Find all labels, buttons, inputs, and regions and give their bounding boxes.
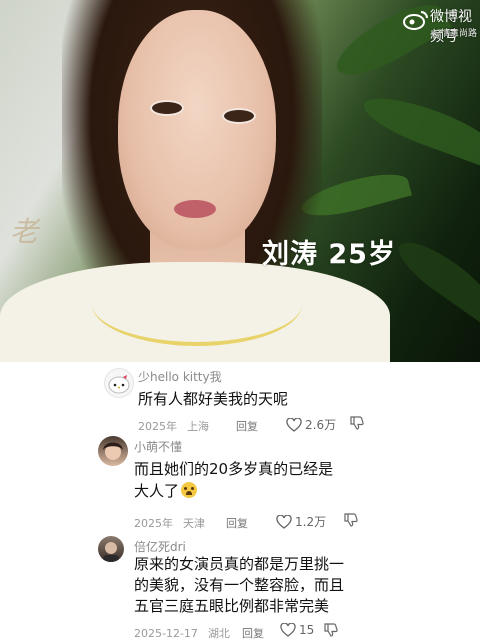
comment-text-line: 所有人都好美我的天呢 [138,390,289,408]
crying-face-emoji-icon [181,482,198,498]
comment-text-line: 而且她们的20多岁真的已经是 [134,460,334,478]
video-frame[interactable]: 老 刘涛 25岁 微博视频号 @情意尚路 [0,0,480,362]
dislike-button[interactable] [324,623,338,637]
like-count: 15 [299,623,315,637]
comment-text: 所有人都好美我的天呢 [138,388,288,410]
like-button[interactable]: 2.6万 [286,416,336,433]
watermark-subtext: @情意尚路 [432,29,478,39]
comment-text-line: 原来的女演员真的都是万里挑一 [134,555,345,573]
avatar[interactable] [104,368,134,398]
dislike-button[interactable] [350,416,364,430]
avatar[interactable] [98,436,128,466]
thumbs-down-icon [324,623,338,637]
comment-text-line: 大人了 [134,480,333,502]
comment-item: 小萌不懂 而且她们的20多岁真的已经是 大人了 2025年 天津 回复 1.2万 [0,432,480,532]
like-button[interactable]: 15 [280,623,314,637]
like-count: 2.6万 [305,418,337,432]
avatar[interactable] [98,536,124,562]
video-caption: 刘涛 25岁 [262,239,396,270]
like-count: 1.2万 [295,515,327,529]
reply-button[interactable]: 回复 [226,515,248,531]
comment-meta: 2025年 天津 [134,515,215,531]
heart-icon [276,514,292,529]
like-button[interactable]: 1.2万 [276,513,326,530]
background-leaf [358,87,480,169]
comment-username[interactable]: 少hello kitty我 [138,368,222,385]
hello-kitty-avatar-icon [108,375,130,394]
comment-item: 少hello kitty我 所有人都好美我的天呢 2025年 上海 回复 2.6万 [0,362,480,437]
person-lips [174,200,216,218]
comment-date: 2025-12-17 [134,627,198,640]
user-photo-avatar-icon [103,442,123,460]
comment-username[interactable]: 小萌不懂 [134,438,182,455]
comment-text: 原来的女演员真的都是万里挑一 的美貌，没有一个整容脸，而且 五官三庭五眼比例都非… [134,554,344,617]
comment-date: 2025年 [134,517,173,530]
comment-text-line: 的美貌，没有一个整容脸，而且 [134,576,345,594]
background-calligraphy: 老 [10,215,39,248]
heart-icon [286,417,302,432]
thumbs-down-icon [350,416,364,430]
comment-text-line: 五官三庭五眼比例都非常完美 [134,597,330,615]
reply-button[interactable]: 回复 [242,625,264,641]
sweater-collar [92,262,302,346]
comment-location: 湖北 [207,627,230,640]
comment-text: 而且她们的20多岁真的已经是 大人了 [134,458,333,502]
comment-username[interactable]: 倍亿死dri [134,538,186,555]
comment-location: 天津 [183,517,205,530]
comment-item: 倍亿死dri 原来的女演员真的都是万里挑一 的美貌，没有一个整容脸，而且 五官三… [0,534,480,643]
thumbs-down-icon [344,513,358,527]
user-photo-avatar-icon [103,542,119,562]
person-eye [150,100,184,116]
dislike-button[interactable] [344,513,358,527]
comment-meta: 2025-12-17 湖北 [134,625,240,641]
background-leaf [390,231,480,323]
weibo-logo-icon [403,11,428,30]
heart-icon [280,623,296,637]
person-eye [222,108,256,124]
